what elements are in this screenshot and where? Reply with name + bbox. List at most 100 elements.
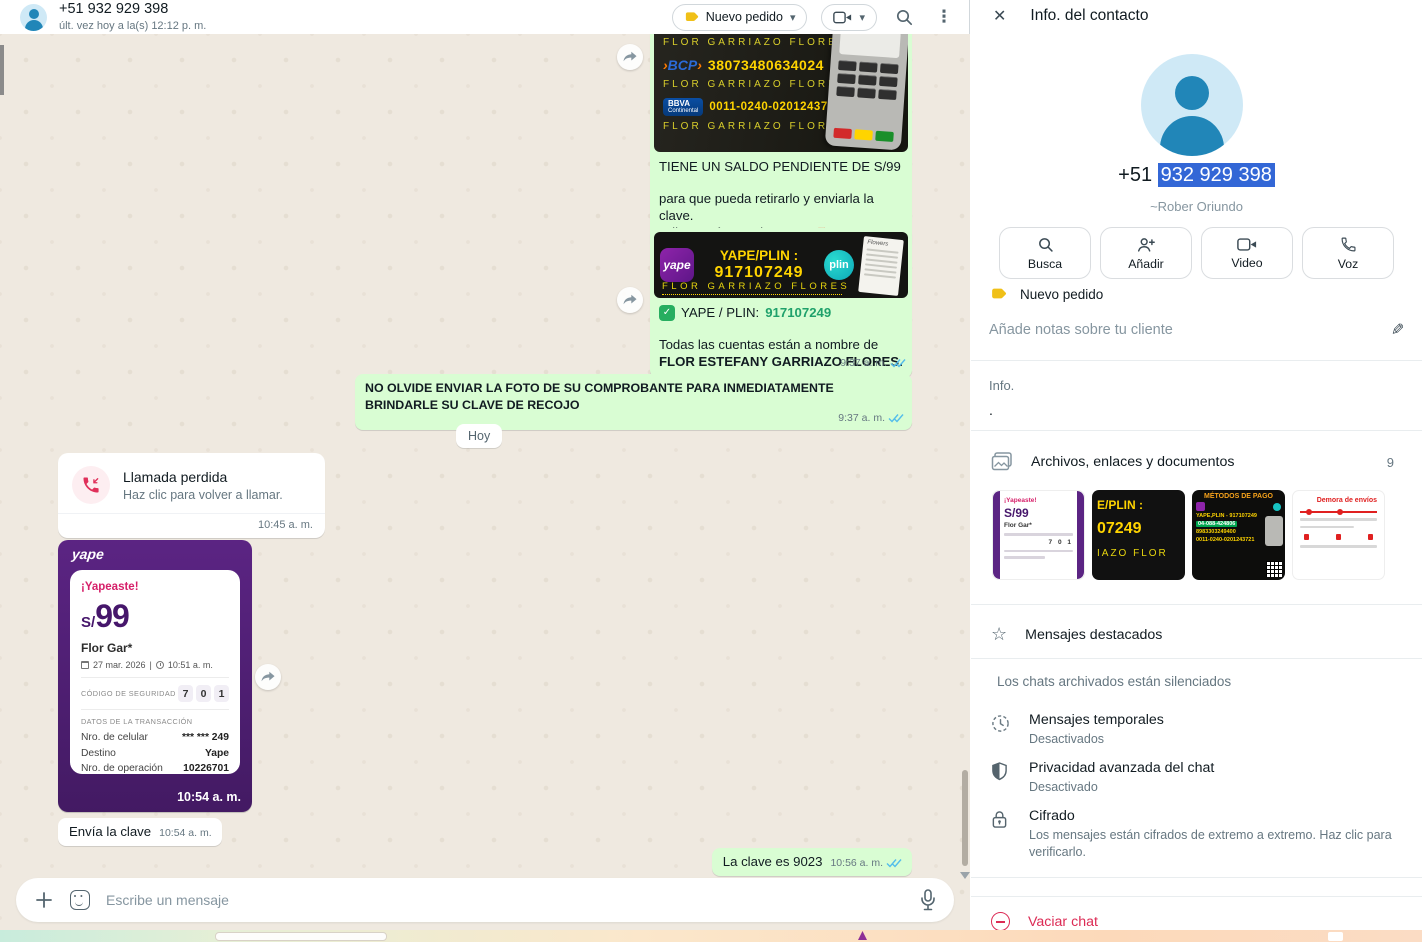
chat-scrollbar-thumb[interactable] bbox=[962, 770, 968, 866]
plin-logo: plin bbox=[824, 250, 854, 280]
person-icon bbox=[1175, 76, 1209, 110]
voice-call-button[interactable]: Voz bbox=[1302, 227, 1394, 279]
panel-title: Info. del contacto bbox=[1030, 7, 1148, 25]
pos-terminal-graphic bbox=[825, 34, 908, 150]
forward-message-button[interactable] bbox=[617, 44, 643, 70]
security-digits: 7 0 1 bbox=[178, 685, 229, 702]
add-contact-button[interactable]: Añadir bbox=[1100, 227, 1192, 279]
flowers-list-graphic: Flowers bbox=[858, 236, 904, 296]
forward-arrow-icon bbox=[623, 51, 637, 63]
client-notes-row[interactable]: Añade notas sobre tu cliente ✎ bbox=[989, 320, 1404, 340]
tx-label: Nro. de celular bbox=[81, 730, 148, 746]
tag-icon bbox=[990, 286, 1007, 303]
action-label: Busca bbox=[1028, 257, 1062, 271]
media-links-docs-row[interactable]: Archivos, enlaces y documentos 9 bbox=[991, 452, 1394, 472]
close-icon[interactable]: ✕ bbox=[993, 6, 1006, 26]
starred-messages-row[interactable]: ☆ Mensajes destacados bbox=[991, 624, 1162, 645]
setting-title: Cifrado bbox=[1029, 808, 1399, 824]
forward-arrow-icon bbox=[261, 671, 275, 683]
account-number: 38073480634024 bbox=[708, 57, 824, 73]
contact-avatar[interactable] bbox=[20, 4, 47, 31]
pencil-icon[interactable]: ✎ bbox=[1391, 320, 1404, 340]
video-camera-icon bbox=[833, 10, 852, 25]
action-label: Añadir bbox=[1128, 257, 1164, 271]
attach-plus-icon[interactable] bbox=[34, 890, 54, 910]
tx-value: Yape bbox=[205, 746, 229, 762]
contact-phone: +51 932 929 398 bbox=[971, 164, 1422, 187]
thumb-text: IAZO FLOR bbox=[1097, 548, 1180, 559]
search-chat-button[interactable]: Busca bbox=[999, 227, 1091, 279]
message-time: 9:37 a. m. bbox=[840, 355, 887, 372]
pos-terminal-graphic bbox=[1265, 516, 1283, 546]
bcp-text: BCP bbox=[668, 57, 698, 73]
phone-selected-text: 932 929 398 bbox=[1158, 163, 1275, 187]
message-clave-reply[interactable]: La clave es 9023 10:56 a. m. bbox=[712, 848, 912, 876]
bbva-subtext: Continental bbox=[668, 108, 698, 114]
missed-call-subtitle: Haz clic para volver a llamar. bbox=[123, 488, 283, 502]
media-thumbnail-receipt[interactable]: ¡Yapeaste! S/99 Flor Gar* 7 0 1 bbox=[992, 490, 1085, 580]
double-check-icon bbox=[890, 358, 906, 369]
order-tag-row[interactable]: Nuevo pedido bbox=[990, 286, 1103, 303]
divider bbox=[971, 658, 1422, 659]
chevron-down-icon: ▾ bbox=[790, 11, 796, 24]
message-bank-accounts[interactable]: Interbank 8983303249400 FLOR GARRIAZO FL… bbox=[650, 34, 912, 249]
search-button[interactable] bbox=[891, 4, 917, 30]
message-reminder[interactable]: NO OLVIDE ENVIAR LA FOTO DE SU COMPROBAN… bbox=[355, 374, 912, 430]
setting-texts: Cifrado Los mensajes están cifrados de e… bbox=[1029, 808, 1399, 861]
yape-brand: yape bbox=[71, 546, 105, 562]
missed-call-card[interactable]: Llamada perdida Haz clic para volver a l… bbox=[58, 453, 325, 538]
message-list: Interbank 8983303249400 FLOR GARRIAZO FL… bbox=[0, 34, 970, 930]
date-divider: Hoy bbox=[456, 424, 502, 448]
menu-button[interactable]: ⋮ bbox=[931, 4, 957, 30]
bank-accounts-image[interactable]: Interbank 8983303249400 FLOR GARRIAZO FL… bbox=[654, 34, 908, 152]
bcp-chevron: › bbox=[697, 57, 702, 73]
contact-header-info[interactable]: +51 932 929 398 últ. vez hoy a la(s) 12:… bbox=[59, 2, 206, 32]
chat-pane: +51 932 929 398 últ. vez hoy a la(s) 12:… bbox=[0, 0, 970, 942]
thumb-text: ¡Yapeaste! bbox=[1004, 497, 1073, 504]
bank-accounts-content: Interbank 8983303249400 FLOR GARRIAZO FL… bbox=[663, 34, 828, 136]
thumb-text: S/99 bbox=[1004, 506, 1073, 520]
digit: 1 bbox=[214, 685, 229, 702]
person-icon bbox=[25, 20, 43, 31]
advanced-privacy-row[interactable]: Privacidad avanzada del chat Desactivado bbox=[991, 760, 1402, 796]
lock-icon bbox=[991, 808, 1011, 861]
emoji-sticker-icon[interactable] bbox=[70, 890, 90, 910]
message-text: NO OLVIDE ENVIAR LA FOTO DE SU COMPROBAN… bbox=[365, 381, 834, 412]
microphone-icon[interactable] bbox=[920, 889, 936, 911]
media-thumbnail-yape-plin[interactable]: E/PLIN : 07249 IAZO FLOR bbox=[1092, 490, 1185, 580]
thumb-content: ¡Yapeaste! S/99 Flor Gar* 7 0 1 bbox=[1004, 497, 1073, 559]
setting-status: Desactivados bbox=[1029, 731, 1164, 748]
setting-status: Desactivado bbox=[1029, 779, 1214, 796]
message-clave-request[interactable]: Envía la clave 10:54 a. m. bbox=[58, 818, 222, 846]
phone-prefix: +51 bbox=[1118, 164, 1157, 186]
message-time: 10:54 a. m. bbox=[177, 790, 241, 804]
receipt-time-paid: 10:51 a. m. bbox=[168, 660, 213, 670]
star-icon: ☆ bbox=[991, 624, 1007, 645]
clear-chat-button[interactable]: Vaciar chat bbox=[991, 912, 1098, 931]
scrollbar-down-arrow[interactable] bbox=[960, 872, 970, 879]
plin-logo bbox=[1273, 503, 1281, 511]
tx-label: Nro. de operación bbox=[81, 761, 163, 777]
encryption-row[interactable]: Cifrado Los mensajes están cifrados de e… bbox=[991, 808, 1402, 861]
video-call-button[interactable]: Video bbox=[1201, 227, 1293, 279]
yape-plin-image[interactable]: yape YAPE/PLIN : 917107249 plin Flowers … bbox=[654, 232, 908, 298]
left-scrollbar-thumb[interactable] bbox=[0, 45, 4, 95]
divider bbox=[971, 430, 1422, 431]
media-thumbnail-payment-methods[interactable]: MÉTODOS DE PAGO YAPE,PLIN - 917107249 04… bbox=[1192, 490, 1285, 580]
thumb-decoration bbox=[1077, 491, 1084, 579]
message-time: 10:56 a. m. bbox=[830, 857, 883, 869]
message-yape-receipt[interactable]: yape ¡Yapeaste! S/99 Flor Gar* 27 mar. 2… bbox=[58, 540, 252, 812]
divider bbox=[971, 604, 1422, 605]
media-thumbnail-document[interactable]: Demora de envíos bbox=[1292, 490, 1385, 580]
message-yape-plin[interactable]: yape YAPE/PLIN : 917107249 plin Flowers … bbox=[650, 228, 912, 378]
forward-message-button[interactable] bbox=[617, 287, 643, 313]
video-call-button[interactable]: ▾ bbox=[821, 4, 877, 31]
setting-texts: Mensajes temporales Desactivados bbox=[1029, 712, 1164, 748]
divider bbox=[971, 877, 1422, 878]
temporary-messages-row[interactable]: Mensajes temporales Desactivados bbox=[991, 712, 1402, 748]
strip-artifact bbox=[1328, 932, 1343, 941]
contact-avatar-large[interactable] bbox=[1141, 54, 1243, 156]
forward-message-button[interactable] bbox=[255, 664, 281, 690]
message-input[interactable] bbox=[106, 892, 904, 908]
order-status-button[interactable]: Nuevo pedido ▾ bbox=[672, 4, 808, 31]
